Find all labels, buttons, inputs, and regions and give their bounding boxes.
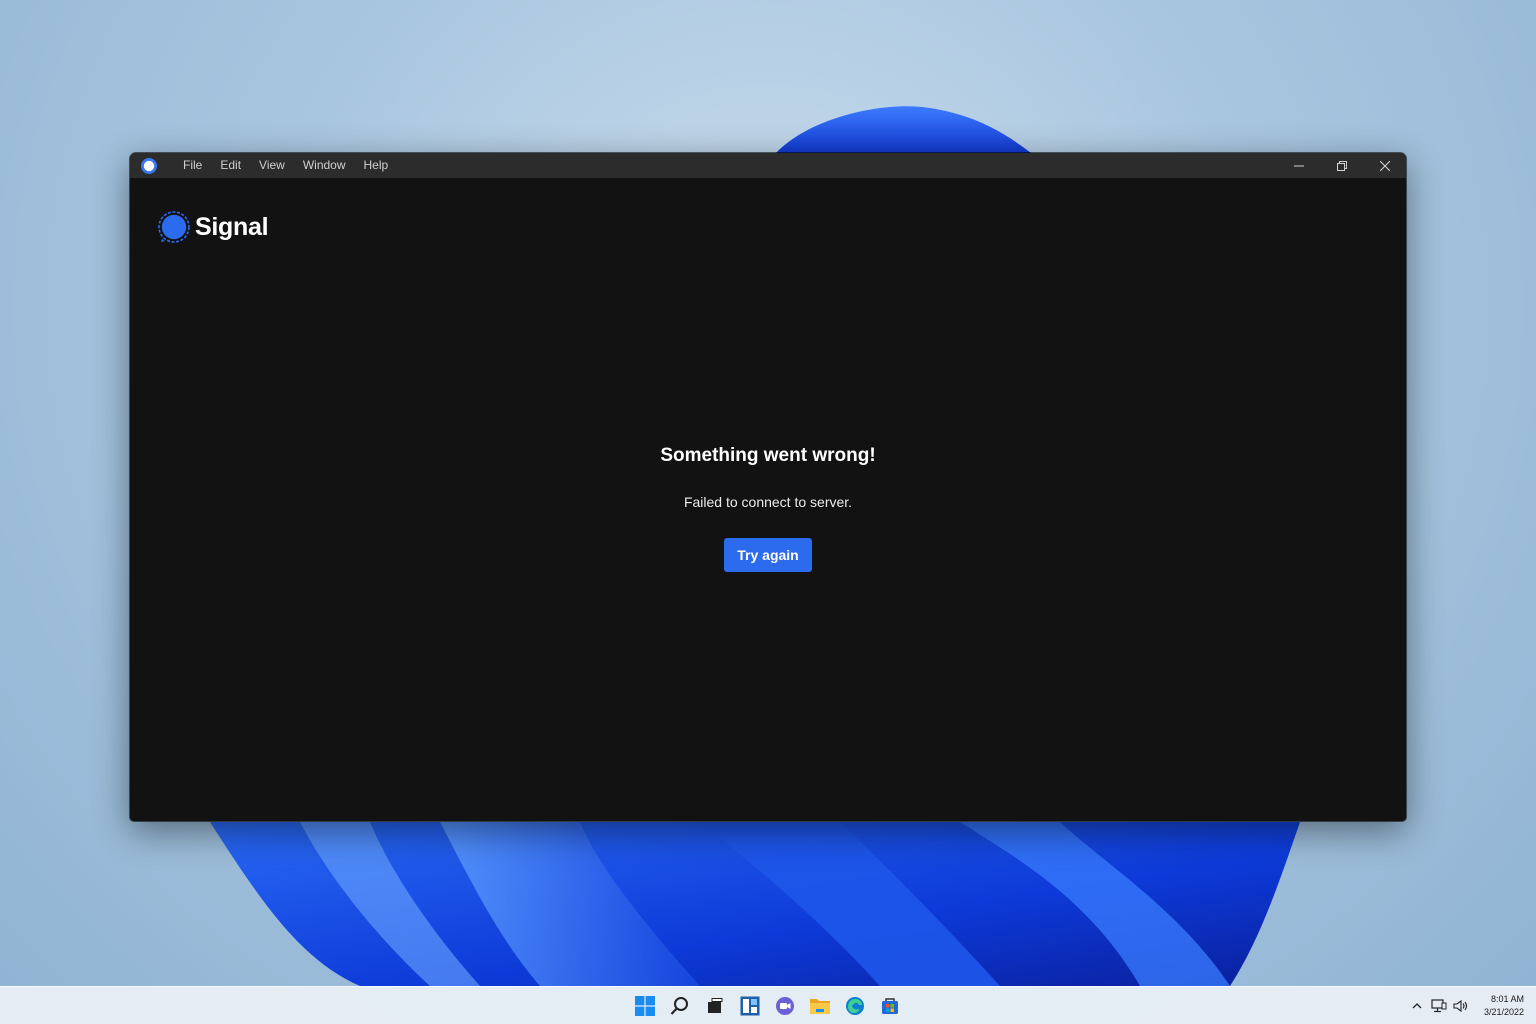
close-button[interactable] (1363, 153, 1406, 178)
signal-logo-icon (158, 211, 190, 243)
widgets-icon (740, 996, 759, 1016)
edge-browser-icon (845, 997, 864, 1015)
file-explorer-button[interactable] (802, 987, 837, 1024)
menu-window[interactable]: Window (294, 153, 355, 178)
file-explorer-icon (809, 999, 830, 1014)
task-view-icon (707, 998, 722, 1013)
restore-button[interactable] (1320, 153, 1363, 178)
minimize-button[interactable] (1277, 153, 1320, 178)
search-button[interactable] (662, 987, 697, 1024)
error-message: Failed to connect to server. (683, 494, 853, 510)
window-controls (1277, 153, 1406, 178)
show-hidden-icons-button[interactable] (1406, 987, 1428, 1024)
system-tray: 8:01 AM 3/21/2022 (1406, 987, 1524, 1024)
network-icon (1431, 999, 1447, 1013)
store-icon (881, 998, 898, 1014)
taskbar-apps (627, 987, 907, 1024)
clock-time: 8:01 AM (1490, 994, 1524, 1004)
restore-icon (1336, 160, 1347, 171)
try-again-button[interactable]: Try again (724, 538, 812, 572)
close-icon (1379, 160, 1390, 171)
brand-header: Signal (158, 211, 269, 243)
clock-date: 3/21/2022 (1483, 1007, 1524, 1017)
menu-help[interactable]: Help (355, 153, 398, 178)
chevron-up-icon (1412, 1003, 1422, 1009)
clock[interactable]: 8:01 AM 3/21/2022 (1484, 993, 1524, 1019)
task-view-button[interactable] (697, 987, 732, 1024)
store-button[interactable] (872, 987, 907, 1024)
menu-view[interactable]: View (250, 153, 294, 178)
widgets-button[interactable] (732, 987, 767, 1024)
network-button[interactable] (1428, 987, 1450, 1024)
title-bar[interactable]: File Edit View Window Help (130, 153, 1406, 178)
taskbar: 8:01 AM 3/21/2022 (0, 986, 1536, 1024)
volume-button[interactable] (1450, 987, 1472, 1024)
signal-app-icon (141, 158, 157, 174)
menu-file[interactable]: File (174, 153, 211, 178)
menu-edit[interactable]: Edit (211, 153, 250, 178)
signal-window: File Edit View Window Help Signal Someth… (130, 153, 1406, 821)
volume-icon (1453, 999, 1468, 1013)
windows-start-icon (634, 996, 655, 1016)
minimize-icon (1293, 165, 1304, 166)
search-icon (670, 997, 688, 1015)
edge-browser-button[interactable] (837, 987, 872, 1024)
start-button[interactable] (627, 987, 662, 1024)
chat-icon (775, 997, 794, 1015)
error-title: Something went wrong! (660, 445, 876, 466)
menu-bar: File Edit View Window Help (174, 153, 397, 178)
brand-name: Signal (195, 212, 269, 241)
desktop: File Edit View Window Help Signal Someth… (0, 0, 1536, 1024)
chat-button[interactable] (767, 987, 802, 1024)
